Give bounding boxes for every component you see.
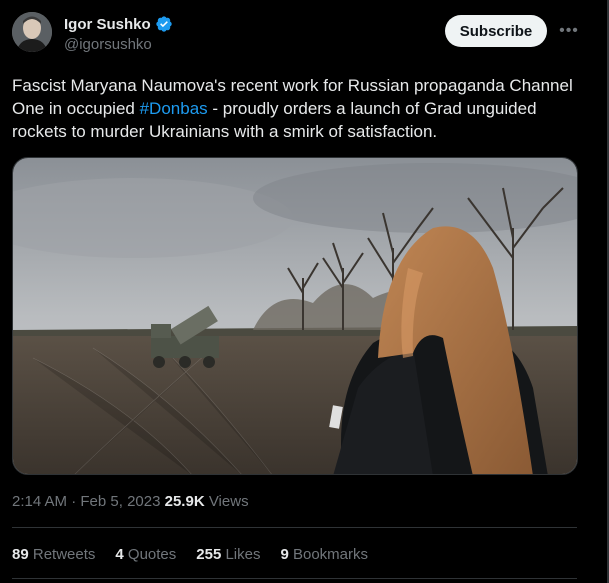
quotes-stat[interactable]: 4 Quotes: [115, 546, 176, 563]
tweet-time[interactable]: 2:14 AM: [12, 493, 67, 510]
divider: [12, 527, 577, 528]
tweet-date[interactable]: Feb 5, 2023: [80, 493, 160, 510]
avatar[interactable]: [12, 12, 52, 52]
more-options-icon[interactable]: •••: [558, 20, 580, 42]
media-image: [13, 158, 577, 474]
subscribe-button[interactable]: Subscribe: [445, 15, 547, 47]
retweets-stat[interactable]: 89 Retweets: [12, 546, 95, 563]
verified-badge-icon[interactable]: [155, 15, 173, 33]
name-row: Igor Sushko: [64, 15, 173, 33]
tweet-text: Fascist Maryana Naumova's recent work fo…: [12, 74, 577, 143]
views-label: Views: [204, 493, 249, 510]
divider: [12, 578, 577, 579]
likes-stat[interactable]: 255 Likes: [196, 546, 260, 563]
meta-separator: ·: [67, 493, 81, 510]
hashtag-link[interactable]: #Donbas: [140, 99, 208, 118]
tweet-meta: 2:14 AM · Feb 5, 2023 25.9K Views: [12, 493, 249, 510]
display-name[interactable]: Igor Sushko: [64, 16, 151, 33]
engagement-stats: 89 Retweets 4 Quotes 255 Likes 9 Bookmar…: [12, 546, 388, 563]
bookmarks-stat[interactable]: 9 Bookmarks: [280, 546, 368, 563]
user-handle[interactable]: @igorsushko: [64, 36, 152, 53]
views-count: 25.9K: [164, 493, 205, 510]
tweet-media[interactable]: [12, 157, 578, 475]
tweet-header: Igor Sushko @igorsushko Subscribe •••: [12, 12, 597, 56]
